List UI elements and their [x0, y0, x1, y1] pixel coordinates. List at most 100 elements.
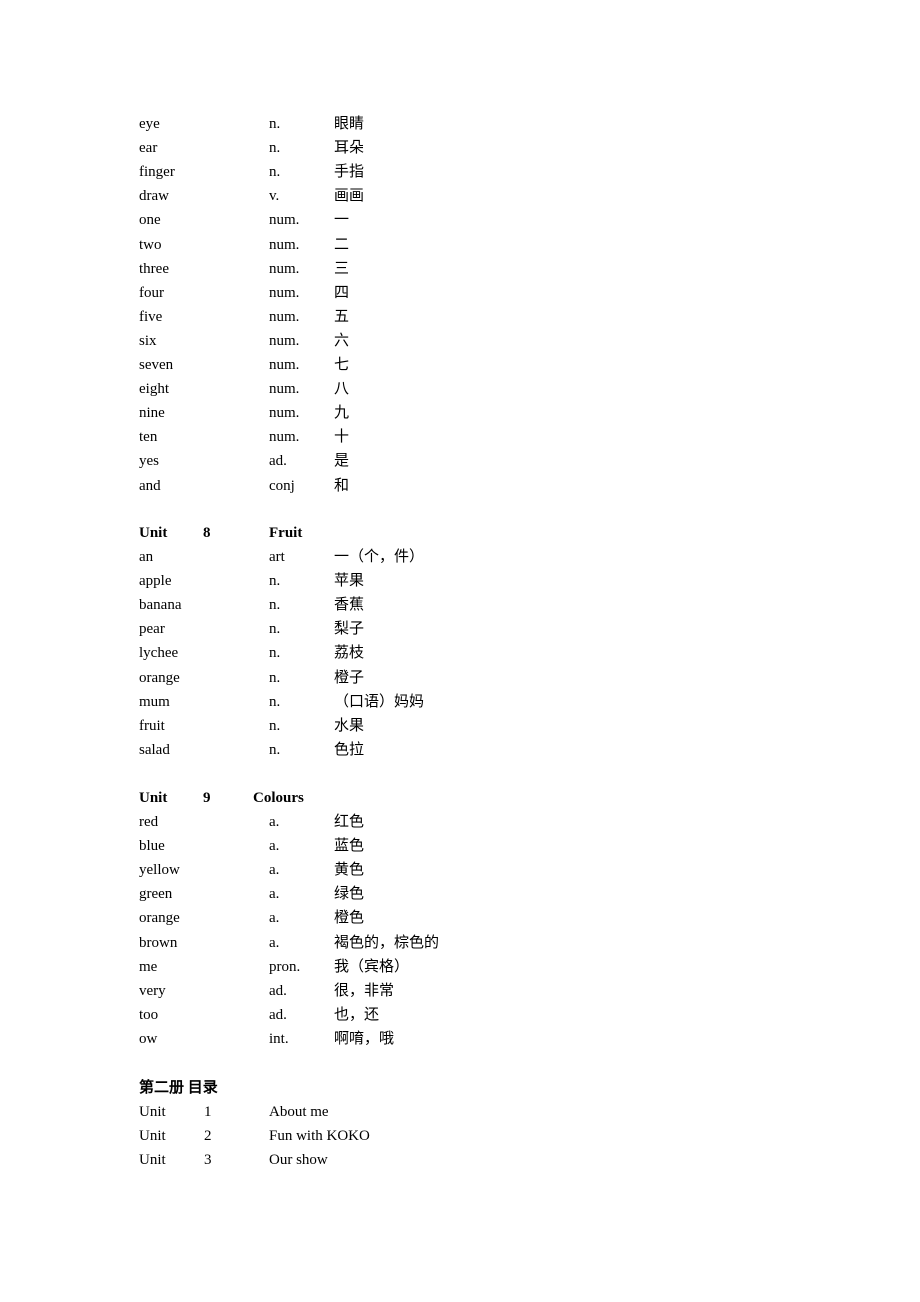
vocab-word: mum — [139, 693, 170, 710]
vocab-word: ear — [139, 140, 158, 157]
vocab-part-of-speech: num. — [269, 260, 300, 277]
vocab-meaning: 橙子 — [334, 669, 365, 686]
vocab-part-of-speech: n. — [269, 621, 281, 638]
vocab-part-of-speech: a. — [269, 934, 280, 951]
vocab-part-of-speech: num. — [269, 429, 300, 446]
vocab-meaning: （口语）妈妈 — [334, 693, 425, 710]
vocab-word: one — [139, 212, 161, 229]
vocab-part-of-speech: a. — [269, 886, 280, 903]
vocab-part-of-speech: num. — [269, 284, 300, 301]
toc-unit-label: Unit — [139, 1128, 166, 1145]
vocab-word: orange — [139, 669, 180, 686]
toc-unit-number: 1 — [204, 1104, 212, 1120]
toc-unit-label: Unit — [139, 1104, 166, 1120]
vocab-word: apple — [139, 573, 172, 590]
vocab-meaning: 啊唷，哦 — [334, 1030, 395, 1047]
vocab-word: seven — [139, 357, 174, 373]
vocab-meaning: 梨子 — [334, 621, 365, 638]
vocab-word: nine — [139, 405, 165, 422]
vocab-word: fruit — [139, 717, 165, 734]
vocab-word: eye — [139, 116, 160, 132]
vocab-part-of-speech: a. — [269, 838, 280, 855]
unit-label: Unit — [139, 790, 168, 806]
vocab-meaning: 红色 — [334, 814, 365, 830]
vocab-meaning: 我（宾格） — [334, 958, 410, 975]
vocab-meaning: 十 — [334, 429, 350, 446]
vocab-meaning: 也，还 — [334, 1006, 380, 1023]
vocab-meaning: 七 — [334, 357, 350, 373]
vocab-meaning: 褐色的，棕色的 — [334, 934, 440, 951]
vocab-word: draw — [139, 188, 169, 205]
vocab-word: red — [139, 814, 159, 830]
vocab-part-of-speech: num. — [269, 236, 300, 253]
vocab-word: yes — [139, 453, 159, 470]
vocab-part-of-speech: n. — [269, 741, 281, 758]
vocab-meaning: 画画 — [334, 188, 365, 205]
vocab-word: very — [139, 982, 166, 999]
vocab-word: salad — [139, 741, 170, 758]
unit-title: Fruit — [269, 525, 303, 541]
toc-unit-title: Our show — [269, 1152, 328, 1169]
vocab-part-of-speech: conj — [269, 477, 295, 494]
vocab-meaning: 八 — [334, 381, 350, 398]
vocab-meaning: 一（个，件） — [334, 549, 425, 565]
vocab-part-of-speech: a. — [269, 814, 280, 830]
vocab-word: me — [139, 958, 158, 975]
vocab-meaning: 荔枝 — [334, 645, 365, 662]
toc-unit-title: About me — [269, 1104, 329, 1120]
vocab-word: and — [139, 477, 161, 494]
unit-title: Colours — [253, 790, 304, 806]
vocab-meaning: 蓝色 — [334, 838, 365, 855]
vocab-meaning: 眼睛 — [334, 116, 365, 132]
vocab-meaning: 耳朵 — [334, 140, 365, 157]
vocab-part-of-speech: num. — [269, 357, 300, 373]
vocab-meaning: 五 — [334, 308, 350, 325]
vocab-part-of-speech: ad. — [269, 982, 287, 999]
vocab-meaning: 手指 — [334, 164, 365, 181]
vocab-meaning: 水果 — [334, 717, 365, 734]
vocab-meaning: 苹果 — [334, 573, 365, 590]
vocab-word: orange — [139, 910, 180, 927]
vocab-part-of-speech: n. — [269, 693, 281, 710]
vocab-part-of-speech: int. — [269, 1030, 289, 1047]
vocab-word: brown — [139, 934, 178, 951]
vocab-word: green — [139, 886, 173, 903]
vocab-word: two — [139, 236, 162, 253]
vocab-meaning: 四 — [334, 284, 350, 301]
vocab-word: blue — [139, 838, 165, 855]
toc-unit-number: 3 — [204, 1152, 212, 1169]
vocab-part-of-speech: art — [269, 549, 285, 565]
vocab-part-of-speech: a. — [269, 862, 280, 879]
vocab-meaning: 很，非常 — [334, 982, 395, 999]
vocab-meaning: 香蕉 — [334, 597, 365, 614]
vocab-meaning: 一 — [334, 212, 350, 229]
vocab-meaning: 六 — [334, 332, 350, 349]
toc-unit-number: 2 — [204, 1128, 212, 1145]
vocab-part-of-speech: n. — [269, 573, 281, 590]
vocab-word: ow — [139, 1030, 158, 1047]
vocab-part-of-speech: a. — [269, 910, 280, 927]
vocab-meaning: 三 — [334, 260, 350, 277]
vocab-meaning: 二 — [334, 236, 350, 253]
vocab-meaning: 色拉 — [334, 741, 365, 758]
vocab-word: yellow — [139, 862, 180, 879]
document-page: eye n. 眼睛 ear n. 耳朵 finger n. 手指 draw v. 画画 one num. 一… — [0, 0, 920, 1302]
vocab-part-of-speech: num. — [269, 332, 300, 349]
vocab-part-of-speech: n. — [269, 645, 281, 662]
vocab-part-of-speech: n. — [269, 140, 281, 157]
vocab-meaning: 橙色 — [334, 910, 365, 927]
vocab-part-of-speech: ad. — [269, 1006, 287, 1023]
vocab-word: four — [139, 284, 164, 301]
vocab-part-of-speech: num. — [269, 212, 300, 229]
vocab-word: three — [139, 260, 169, 277]
vocab-word: lychee — [139, 645, 179, 662]
toc-unit-label: Unit — [139, 1152, 166, 1169]
vocab-meaning: 和 — [334, 477, 350, 494]
vocab-part-of-speech: num. — [269, 308, 300, 325]
unit-number: 9 — [203, 790, 211, 806]
vocab-part-of-speech: pron. — [269, 958, 301, 975]
vocab-part-of-speech: ad. — [269, 453, 287, 470]
toc-title: 第二册 目录 — [139, 1080, 218, 1096]
unit-label: Unit — [139, 525, 168, 541]
unit-number: 8 — [203, 525, 211, 541]
